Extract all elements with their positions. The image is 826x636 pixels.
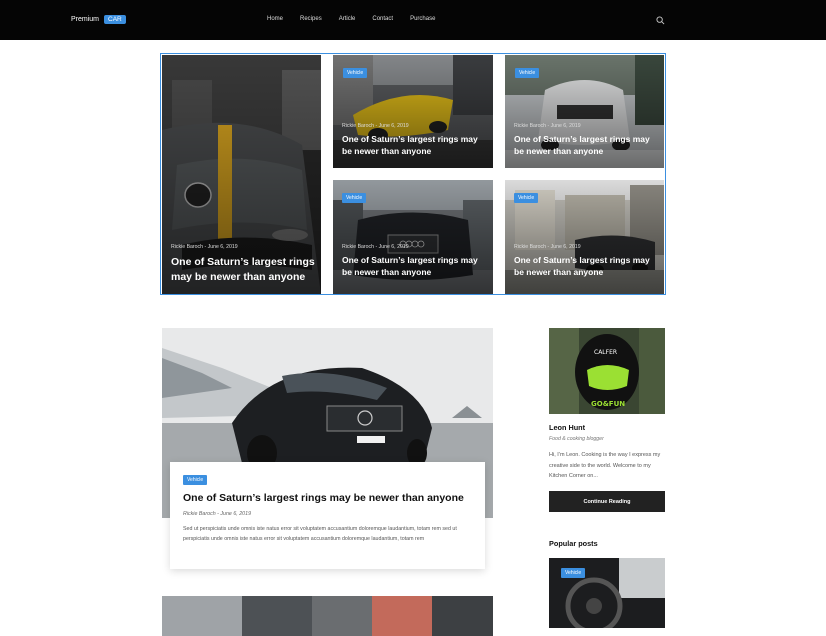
logo-text: Premium <box>71 16 100 23</box>
hero-tile-meta: Rickie Baroch - June 6, 2019 <box>514 244 581 250</box>
logo-accent: CAR <box>104 15 126 24</box>
featured-post-title[interactable]: One of Saturn’s largest rings may be new… <box>183 491 464 505</box>
hero-tile[interactable]: Vehicle Rickie Baroch - June 6, 2019 One… <box>505 180 664 294</box>
hero-tile-meta: Rickie Baroch - June 6, 2019 <box>342 123 409 129</box>
category-tag[interactable]: Vehicle <box>561 568 586 578</box>
category-tag[interactable]: Vehicle <box>342 193 367 203</box>
hero-tile-meta: Rickie Baroch - June 6, 2019 <box>514 123 581 129</box>
visor-text: GO&FUN <box>591 400 625 408</box>
nav-home[interactable]: Home <box>267 16 283 22</box>
hero-tile-title[interactable]: One of Saturn’s largest rings may be new… <box>342 133 487 157</box>
hero-tile[interactable]: Vehicle Rickie Baroch - June 6, 2019 One… <box>505 55 664 168</box>
hero-grid: Rickie Baroch - June 6, 2019 One of Satu… <box>160 53 666 295</box>
category-tag[interactable]: Vehicle <box>515 68 540 78</box>
nav-purchase[interactable]: Purchase <box>410 16 435 22</box>
category-tag[interactable]: Vehicle <box>183 475 208 485</box>
nav-contact[interactable]: Contact <box>372 16 393 22</box>
continue-reading-button[interactable]: Continue Reading <box>549 491 665 512</box>
hero-tile-title[interactable]: One of Saturn’s largest rings may be new… <box>171 255 316 285</box>
helmet-text: CALFER <box>594 349 617 356</box>
hero-tile-main[interactable]: Rickie Baroch - June 6, 2019 One of Satu… <box>162 55 321 294</box>
second-post-image[interactable] <box>162 596 493 636</box>
author-name: Leon Hunt <box>549 423 586 432</box>
site-logo[interactable]: Premium CAR <box>71 15 126 24</box>
popular-post-image[interactable]: Vehicle <box>549 558 665 628</box>
top-navbar: Premium CAR Home Recipes Article Contact… <box>0 0 826 40</box>
author-role: Food & cooking blogger <box>549 436 604 442</box>
street-image <box>162 596 493 636</box>
hero-tile[interactable]: Vehicle Rickie Baroch - June 6, 2019 One… <box>333 180 493 294</box>
hero-tile-title[interactable]: One of Saturn’s largest rings may be new… <box>342 254 487 278</box>
search-icon[interactable] <box>656 16 665 25</box>
author-bio: Hi, I’m Leon. Cooking is the way I expre… <box>549 452 661 479</box>
helmet-image: CALFER GO&FUN <box>549 328 665 414</box>
hero-tile[interactable]: Vehicle Rickie Baroch - June 6, 2019 One… <box>333 55 493 168</box>
popular-posts-title: Popular posts <box>549 539 598 548</box>
hero-tile-title[interactable]: One of Saturn’s largest rings may be new… <box>514 133 659 157</box>
main-nav: Home Recipes Article Contact Purchase <box>267 16 452 22</box>
featured-post-card[interactable]: Vehicle One of Saturn’s largest rings ma… <box>170 462 485 569</box>
author-photo: CALFER GO&FUN <box>549 328 665 414</box>
category-tag[interactable]: Vehicle <box>514 193 539 203</box>
featured-post-meta: Rickie Baroch - June 6, 2019 <box>183 511 252 517</box>
featured-post-excerpt: Sed ut perspiciatis unde omnis iste natu… <box>183 526 457 542</box>
hero-tile-meta: Rickie Baroch - June 6, 2019 <box>171 244 238 250</box>
category-tag[interactable]: Vehicle <box>343 68 368 78</box>
hero-tile-title[interactable]: One of Saturn’s largest rings may be new… <box>514 254 659 278</box>
nav-recipes[interactable]: Recipes <box>300 16 322 22</box>
nav-article[interactable]: Article <box>339 16 356 22</box>
hero-tile-meta: Rickie Baroch - June 6, 2019 <box>342 244 409 250</box>
